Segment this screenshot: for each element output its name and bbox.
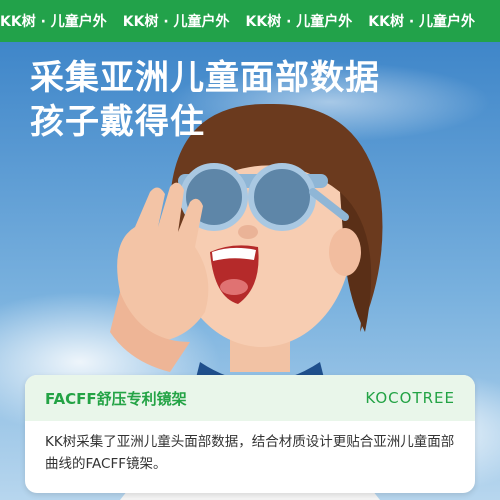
feature-card-header: FACFF舒压专利镜架 KOCOTREE [25,375,475,421]
banner-brand-text: KK树 · 儿童户外 [0,14,107,30]
headline: 采集亚洲儿童面部数据 孩子戴得住 [30,56,380,144]
top-brand-banner: KK树 · 儿童户外 KK树 · 儿童户外 KK树 · 儿童户外 KK树 · 儿… [0,0,500,42]
banner-brand-text: KK树 · 儿童户外 [122,14,230,30]
headline-line-2: 孩子戴得住 [30,102,205,142]
banner-brand-text: KK树 · 儿童户外 [368,14,476,30]
feature-card-description: KK树采集了亚洲儿童头面部数据，结合材质设计更贴合亚洲儿童面部曲线的FACFF镜… [45,434,455,472]
banner-brand-text: KK树 · 儿童户外 [245,14,353,30]
headline-line-1: 采集亚洲儿童面部数据 [30,58,380,98]
brand-name: KOCOTREE [365,389,455,407]
feature-card: FACFF舒压专利镜架 KOCOTREE KK树采集了亚洲儿童头面部数据，结合材… [25,375,475,493]
feature-card-title: FACFF舒压专利镜架 [45,389,187,408]
